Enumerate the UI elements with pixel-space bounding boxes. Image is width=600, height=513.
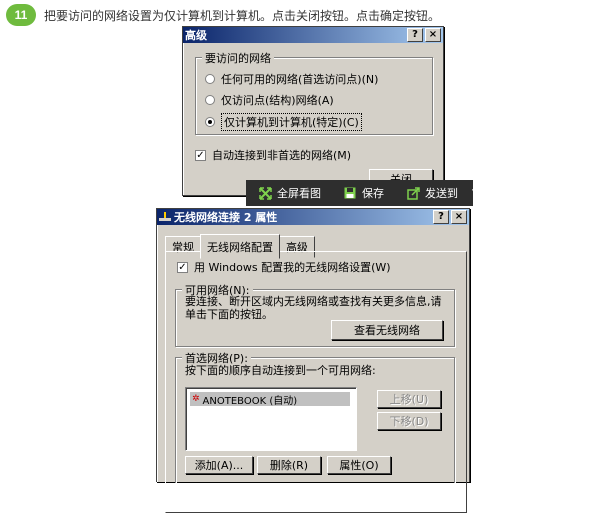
- advanced-dialog: 高级 ? × 要访问的网络 任何可用的网络(首选访问点)(N) 仅访问点(结构)…: [182, 26, 444, 196]
- step-header: 11 把要访问的网络设置为仅计算机到计算机。点击关闭按钮。点击确定按钮。: [6, 4, 440, 26]
- radio-any-network[interactable]: 任何可用的网络(首选访问点)(N): [205, 71, 378, 87]
- wireless-network-icon: ✲: [192, 394, 200, 404]
- save-icon: [343, 186, 357, 200]
- network-connection-icon: [159, 212, 171, 222]
- fullscreen-view-button[interactable]: 全屏看图: [258, 185, 321, 201]
- step-number-badge: 11: [6, 4, 36, 26]
- radio-label: 任何可用的网络(首选访问点)(N): [221, 73, 379, 86]
- tab-wireless-config[interactable]: 无线网络配置: [200, 234, 280, 259]
- remove-button[interactable]: 删除(R): [257, 456, 321, 474]
- save-label: 保存: [362, 187, 384, 200]
- properties-dialog-title: 无线网络连接 2 属性: [174, 211, 278, 224]
- step-instruction: 把要访问的网络设置为仅计算机到计算机。点击关闭按钮。点击确定按钮。: [44, 8, 441, 23]
- use-windows-checkbox-row[interactable]: ✓ 用 Windows 配置我的无线网络设置(W): [177, 259, 391, 275]
- help-button[interactable]: ?: [407, 28, 423, 42]
- auto-connect-checkbox[interactable]: ✓: [195, 149, 206, 161]
- fullscreen-label: 全屏看图: [277, 187, 321, 200]
- radio-button[interactable]: [205, 95, 215, 105]
- auto-connect-label: 自动连接到非首选的网络(M): [212, 149, 352, 162]
- advanced-dialog-titlebar[interactable]: 高级 ? ×: [183, 27, 443, 43]
- use-windows-label: 用 Windows 配置我的无线网络设置(W): [194, 261, 391, 274]
- radio-label: 仅访问点(结构)网络(A): [221, 94, 334, 107]
- use-windows-checkbox[interactable]: ✓: [177, 261, 188, 273]
- wireless-properties-dialog: 无线网络连接 2 属性 ? × 常规 无线网络配置 高级 ✓ 用 Windows…: [156, 208, 470, 513]
- advanced-dialog-title: 高级: [185, 29, 207, 42]
- radio-button[interactable]: [205, 74, 215, 84]
- network-access-group-label: 要访问的网络: [202, 50, 274, 66]
- image-toolbar: 全屏看图 保存 发送到 ▼: [246, 180, 479, 206]
- save-button[interactable]: 保存: [343, 185, 384, 201]
- radio-access-point-only[interactable]: 仅访问点(结构)网络(A): [205, 92, 334, 108]
- move-up-button[interactable]: 上移(U): [377, 390, 441, 408]
- list-item[interactable]: ✲ ANOTEBOOK (自动): [190, 392, 350, 407]
- radio-button-selected[interactable]: [205, 117, 215, 127]
- move-down-button[interactable]: 下移(D): [377, 412, 441, 430]
- help-button[interactable]: ?: [433, 210, 449, 224]
- preferred-networks-description: 按下面的顺序自动连接到一个可用网络:: [185, 364, 376, 377]
- properties-button[interactable]: 属性(O): [327, 456, 391, 474]
- add-button[interactable]: 添加(A)...: [185, 456, 253, 474]
- share-icon: [406, 186, 420, 200]
- send-to-label: 发送到: [425, 187, 458, 200]
- dropdown-caret-icon[interactable]: ▼: [472, 188, 479, 198]
- close-icon[interactable]: ×: [425, 28, 441, 42]
- auto-connect-checkbox-row[interactable]: ✓ 自动连接到非首选的网络(M): [195, 147, 351, 163]
- available-networks-description: 要连接、断开区域内无线网络或查找有关更多信息,请单击下面的按钮。: [185, 295, 442, 321]
- network-item-label: ANOTEBOOK (自动): [202, 395, 298, 407]
- properties-dialog-titlebar[interactable]: 无线网络连接 2 属性 ? ×: [157, 209, 469, 225]
- radio-label: 仅计算机到计算机(特定)(C): [221, 113, 362, 131]
- expand-icon: [258, 186, 272, 200]
- close-icon[interactable]: ×: [451, 210, 467, 224]
- send-to-button[interactable]: 发送到: [406, 185, 458, 201]
- view-wireless-networks-button[interactable]: 查看无线网络: [331, 320, 443, 340]
- preferred-networks-list[interactable]: ✲ ANOTEBOOK (自动): [185, 387, 357, 451]
- radio-computer-to-computer[interactable]: 仅计算机到计算机(特定)(C): [205, 113, 362, 131]
